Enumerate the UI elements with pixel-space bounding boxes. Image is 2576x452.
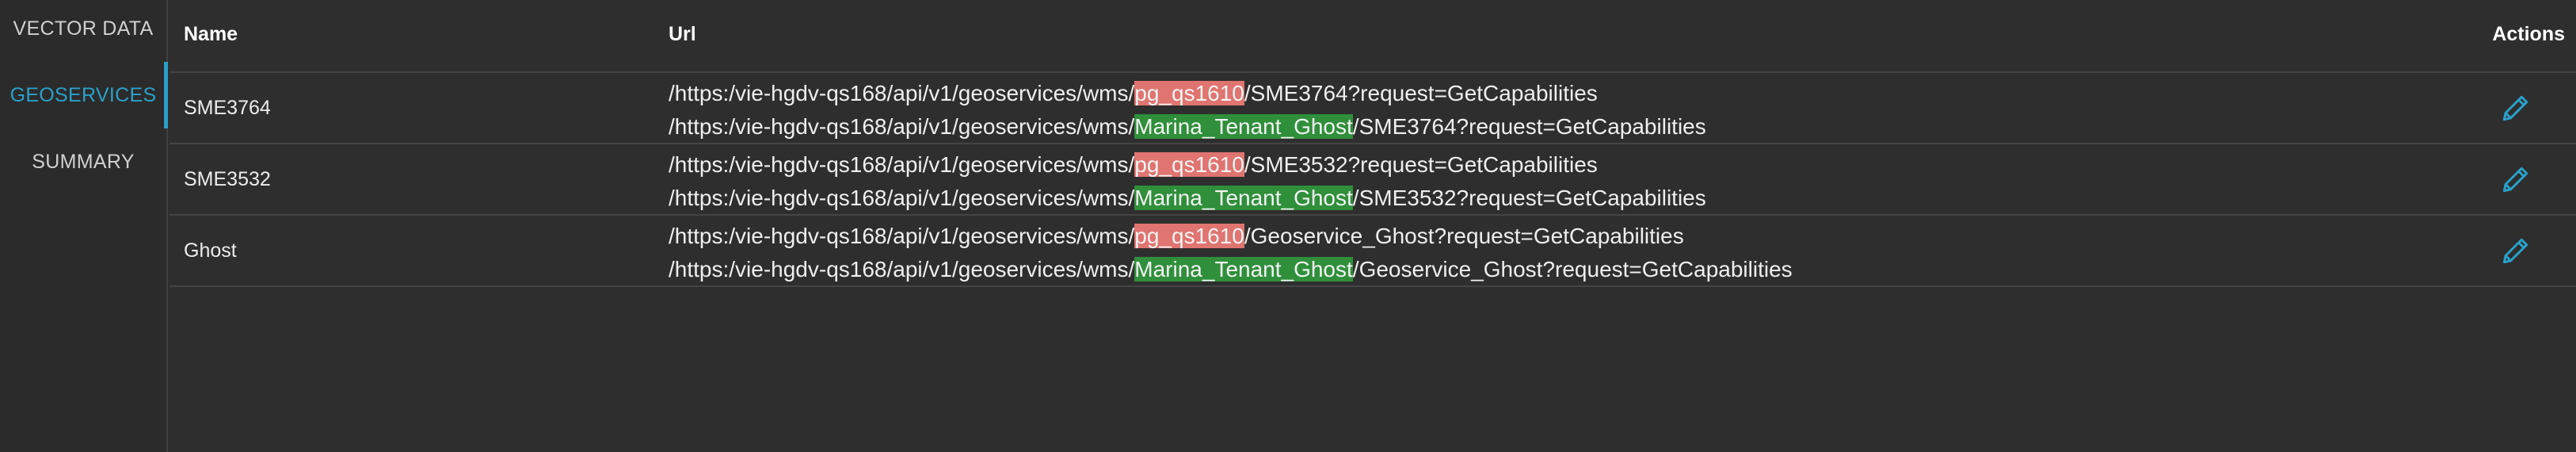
table-row: SME3532 /https:/vie-hgdv-qs168/api/v1/ge… [170, 144, 2576, 216]
geoservice-url-cell: /https:/vie-hgdv-qs168/api/v1/geoservice… [669, 77, 1706, 144]
sidebar-item-geoservices[interactable]: GEOSERVICES [0, 62, 168, 128]
table-row: SME3764 /https:/vie-hgdv-qs168/api/v1/ge… [170, 73, 2576, 144]
geoservices-table: Name Url Actions SME3764 /https:/vie-hgd… [170, 0, 2576, 287]
sidebar-item-summary[interactable]: SUMMARY [0, 138, 166, 186]
sidebar-item-label: GEOSERVICES [10, 84, 157, 106]
url-old: /https:/vie-hgdv-qs168/api/v1/geoservice… [669, 77, 1706, 110]
edit-button[interactable] [2498, 233, 2533, 268]
column-header-actions: Actions [2492, 23, 2565, 45]
url-added-segment: Marina_Tenant_Ghost [1134, 186, 1353, 210]
geoservice-name: SME3532 [184, 168, 271, 190]
url-removed-segment: pg_qs1610 [1134, 224, 1244, 248]
url-removed-segment: pg_qs1610 [1134, 152, 1244, 177]
url-prefix: /https:/vie-hgdv-qs168/api/v1/geoservice… [669, 81, 1135, 105]
url-old: /https:/vie-hgdv-qs168/api/v1/geoservice… [669, 148, 1706, 182]
sidebar-item-vector-data[interactable]: VECTOR DATA [0, 5, 166, 52]
edit-button[interactable] [2498, 162, 2533, 197]
geoservice-url-cell: /https:/vie-hgdv-qs168/api/v1/geoservice… [669, 220, 1793, 286]
url-prefix: /https:/vie-hgdv-qs168/api/v1/geoservice… [669, 224, 1135, 248]
geoservice-url-cell: /https:/vie-hgdv-qs168/api/v1/geoservice… [669, 148, 1706, 215]
column-header-name[interactable]: Name [184, 0, 238, 71]
geoservice-name: SME3764 [184, 97, 271, 119]
sidebar: VECTOR DATA GEOSERVICES SUMMARY [0, 0, 168, 452]
pencil-icon [2502, 167, 2528, 193]
table-row: Ghost /https:/vie-hgdv-qs168/api/v1/geos… [170, 216, 2576, 287]
url-suffix: /SME3764?request=GetCapabilities [1244, 81, 1598, 105]
url-removed-segment: pg_qs1610 [1134, 81, 1244, 105]
url-added-segment: Marina_Tenant_Ghost [1134, 257, 1353, 282]
column-header-url[interactable]: Url [669, 0, 696, 71]
url-suffix: /SME3532?request=GetCapabilities [1244, 152, 1598, 177]
url-prefix: /https:/vie-hgdv-qs168/api/v1/geoservice… [669, 114, 1135, 139]
table-header: Name Url Actions [170, 0, 2576, 73]
geoservice-name: Ghost [184, 239, 237, 262]
url-suffix: /Geoservice_Ghost?request=GetCapabilitie… [1352, 257, 1793, 282]
edit-button[interactable] [2498, 90, 2533, 125]
pencil-icon [2502, 95, 2528, 121]
url-suffix: /Geoservice_Ghost?request=GetCapabilitie… [1244, 224, 1684, 248]
url-added-segment: Marina_Tenant_Ghost [1134, 114, 1353, 139]
url-suffix: /SME3764?request=GetCapabilities [1352, 114, 1706, 139]
url-new: /https:/vie-hgdv-qs168/api/v1/geoservice… [669, 110, 1706, 144]
url-new: /https:/vie-hgdv-qs168/api/v1/geoservice… [669, 182, 1706, 215]
url-prefix: /https:/vie-hgdv-qs168/api/v1/geoservice… [669, 186, 1135, 210]
url-prefix: /https:/vie-hgdv-qs168/api/v1/geoservice… [669, 152, 1135, 177]
sidebar-item-label: VECTOR DATA [13, 17, 154, 40]
geoservices-page: VECTOR DATA GEOSERVICES SUMMARY Name Url… [0, 0, 2576, 452]
active-indicator [164, 62, 168, 128]
url-prefix: /https:/vie-hgdv-qs168/api/v1/geoservice… [669, 257, 1135, 282]
pencil-icon [2502, 238, 2528, 264]
sidebar-item-label: SUMMARY [32, 151, 135, 173]
url-new: /https:/vie-hgdv-qs168/api/v1/geoservice… [669, 253, 1793, 286]
url-old: /https:/vie-hgdv-qs168/api/v1/geoservice… [669, 220, 1793, 253]
url-suffix: /SME3532?request=GetCapabilities [1352, 186, 1706, 210]
